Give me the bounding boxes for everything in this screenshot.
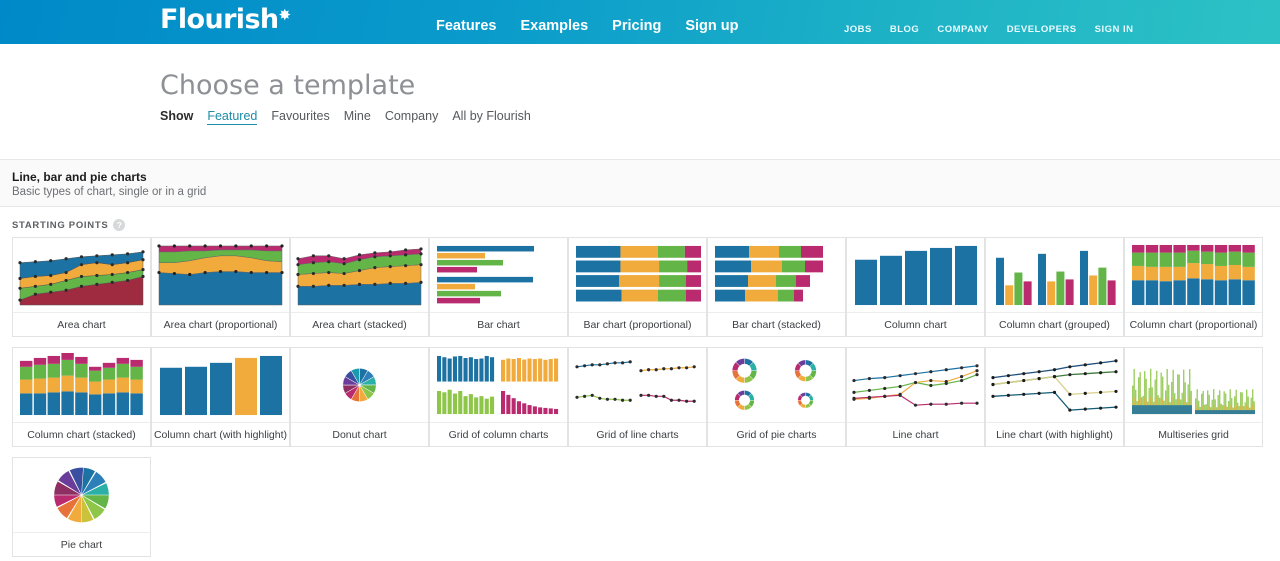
template-card-label: Area chart (proportional): [163, 318, 278, 331]
template-card-label: Grid of pie charts: [736, 428, 817, 441]
nav-examples[interactable]: Examples: [520, 18, 588, 34]
template-thumbnail-column-stacked: [13, 348, 150, 423]
template-card-label: Donut chart: [332, 428, 387, 441]
template-card-donut[interactable]: Donut chart: [290, 347, 429, 447]
starting-points-header: STARTING POINTS ?: [0, 207, 1280, 237]
page-header: Choose a template Show Featured Favourit…: [0, 44, 1280, 159]
template-card-bar[interactable]: Bar chart: [429, 237, 568, 337]
help-icon[interactable]: ?: [113, 219, 126, 231]
template-thumbnail-column-highlight: [152, 348, 289, 423]
template-card-column-highlight[interactable]: Column chart (with highlight): [151, 347, 290, 447]
template-card-column-proportional[interactable]: Column chart (proportional): [1124, 237, 1263, 337]
template-card-grid-pie[interactable]: Grid of pie charts: [707, 347, 846, 447]
template-thumbnail-grid-column: [430, 348, 567, 423]
template-card-label: Line chart (with highlight): [996, 428, 1113, 441]
template-thumbnail-bar-proportional: [569, 238, 706, 313]
nav-company[interactable]: COMPANY: [937, 24, 988, 35]
template-card-column[interactable]: Column chart: [846, 237, 985, 337]
page-title: Choose a template: [160, 70, 416, 101]
nav-features[interactable]: Features: [436, 18, 496, 34]
template-card-area-stacked[interactable]: Area chart (stacked): [290, 237, 429, 337]
template-card-label: Column chart (with highlight): [153, 428, 288, 441]
nav-blog[interactable]: BLOG: [890, 24, 919, 35]
nav-sign-up[interactable]: Sign up: [685, 18, 738, 34]
template-card-label: Bar chart: [477, 318, 520, 331]
template-thumbnail-area-stacked: [291, 238, 428, 313]
filter-company[interactable]: Company: [385, 109, 439, 123]
template-thumbnail-column: [847, 238, 984, 313]
template-thumbnail-column-proportional: [1125, 238, 1262, 313]
template-card-grid-column[interactable]: Grid of column charts: [429, 347, 568, 447]
template-card-bar-stacked[interactable]: Bar chart (stacked): [707, 237, 846, 337]
template-thumbnail-column-grouped: [986, 238, 1123, 313]
flourish-logo[interactable]: Flourish✸: [160, 4, 291, 35]
template-filter-bar: Show Featured Favourites Mine Company Al…: [160, 109, 1280, 125]
template-thumbnail-area: [13, 238, 150, 313]
template-card-bar-proportional[interactable]: Bar chart (proportional): [568, 237, 707, 337]
primary-nav: Features Examples Pricing Sign up: [436, 18, 739, 34]
nav-jobs[interactable]: JOBS: [844, 24, 872, 35]
template-thumbnail-bar-stacked: [708, 238, 845, 313]
template-card-label: Column chart (proportional): [1129, 318, 1258, 331]
starburst-icon: ✸: [278, 6, 292, 24]
starting-points-label: STARTING POINTS: [12, 219, 109, 231]
template-card-label: Column chart: [884, 318, 947, 331]
filter-label: Show: [160, 109, 194, 123]
template-grid: Area chart Area chart (proportional) Area …: [0, 237, 1280, 561]
top-navigation-bar: Flourish✸ Features Examples Pricing Sign…: [0, 0, 1280, 44]
template-card-multiseries[interactable]: Multiseries grid: [1124, 347, 1263, 447]
template-card-line-highlight[interactable]: Line chart (with highlight): [985, 347, 1124, 447]
filter-all-by-flourish[interactable]: All by Flourish: [452, 109, 531, 123]
nav-sign-in[interactable]: SIGN IN: [1095, 24, 1134, 35]
template-card-label: Line chart: [892, 428, 939, 441]
template-card-column-stacked[interactable]: Column chart (stacked): [12, 347, 151, 447]
template-thumbnail-bar: [430, 238, 567, 313]
template-card-area-proportional[interactable]: Area chart (proportional): [151, 237, 290, 337]
template-card-label: Bar chart (stacked): [732, 318, 821, 331]
template-card-label: Area chart (stacked): [312, 318, 407, 331]
template-card-label: Column chart (stacked): [27, 428, 136, 441]
nav-pricing[interactable]: Pricing: [612, 18, 661, 34]
template-card-grid-line[interactable]: Grid of line charts: [568, 347, 707, 447]
section-header: Line, bar and pie charts Basic types of …: [0, 159, 1280, 207]
section-title: Line, bar and pie charts: [12, 170, 147, 184]
template-card-line[interactable]: Line chart: [846, 347, 985, 447]
template-card-label: Pie chart: [60, 538, 103, 551]
template-card-label: Grid of column charts: [448, 428, 549, 441]
template-card-pie[interactable]: Pie chart: [12, 457, 151, 557]
template-thumbnail-pie: [13, 458, 150, 533]
filter-favourites[interactable]: Favourites: [271, 109, 329, 123]
template-thumbnail-multiseries: [1125, 348, 1262, 423]
template-card-label: Column chart (grouped): [999, 318, 1110, 331]
template-card-label: Bar chart (proportional): [583, 318, 692, 331]
template-thumbnail-line-highlight: [986, 348, 1123, 423]
template-card-label: Area chart: [57, 318, 106, 331]
section-subtitle: Basic types of chart, single or in a gri…: [12, 186, 207, 198]
filter-mine[interactable]: Mine: [344, 109, 371, 123]
template-card-area[interactable]: Area chart: [12, 237, 151, 337]
nav-developers[interactable]: DEVELOPERS: [1007, 24, 1077, 35]
secondary-nav: JOBS BLOG COMPANY DEVELOPERS SIGN IN: [844, 24, 1134, 35]
template-thumbnail-grid-line: [569, 348, 706, 423]
template-thumbnail-area-proportional: [152, 238, 289, 313]
filter-featured[interactable]: Featured: [207, 109, 258, 125]
logo-text: Flourish: [160, 4, 279, 35]
template-thumbnail-grid-pie: [708, 348, 845, 423]
template-thumbnail-line: [847, 348, 984, 423]
template-card-column-grouped[interactable]: Column chart (grouped): [985, 237, 1124, 337]
template-thumbnail-donut: [291, 348, 428, 423]
template-card-label: Multiseries grid: [1158, 428, 1229, 441]
template-card-label: Grid of line charts: [596, 428, 679, 441]
